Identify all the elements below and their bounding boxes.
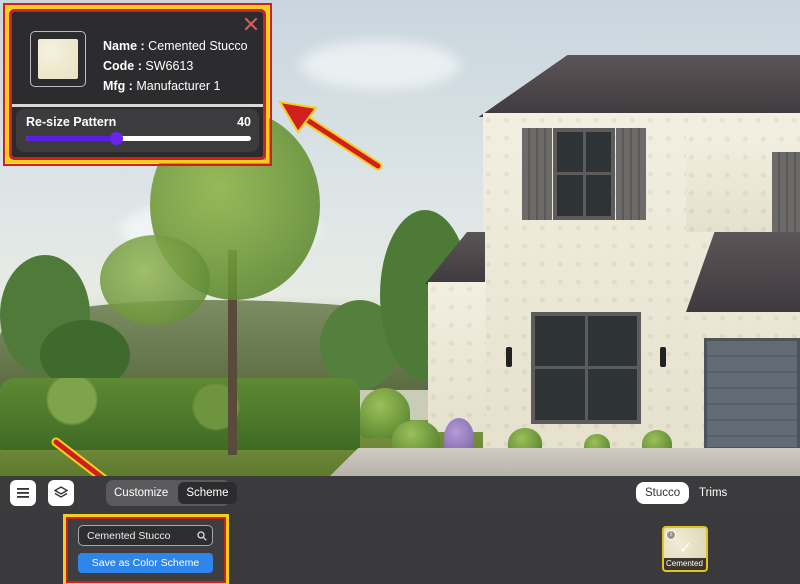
shutter bbox=[522, 128, 552, 220]
name-label: Name : bbox=[103, 39, 145, 53]
mfg-value: Manufacturer 1 bbox=[136, 79, 221, 93]
save-color-scheme-button[interactable]: Save as Color Scheme bbox=[78, 553, 213, 573]
window bbox=[531, 312, 641, 424]
divider bbox=[12, 104, 263, 107]
material-info-panel: Name : Cemented Stucco Code : SW6613 Mfg… bbox=[3, 3, 272, 166]
layers-icon bbox=[54, 486, 68, 498]
mfg-label: Mfg : bbox=[103, 79, 133, 93]
category-tab-stucco[interactable]: Stucco bbox=[636, 482, 690, 504]
material-mfg-row: Mfg : Manufacturer 1 bbox=[103, 76, 248, 96]
search-value: Cemented Stucco bbox=[87, 529, 171, 542]
wall-light bbox=[660, 347, 666, 367]
search-icon[interactable] bbox=[197, 531, 207, 541]
code-label: Code : bbox=[103, 59, 142, 73]
menu-button[interactable] bbox=[10, 480, 36, 506]
material-name-row: Name : Cemented Stucco bbox=[103, 36, 248, 56]
wall-light bbox=[506, 347, 512, 367]
front-walkway bbox=[330, 448, 800, 476]
slider-thumb[interactable] bbox=[110, 132, 123, 145]
tree-canopy bbox=[100, 235, 210, 325]
house-roof bbox=[478, 55, 800, 117]
slider-fill bbox=[26, 136, 116, 141]
material-search-input[interactable]: Cemented Stucco bbox=[78, 525, 213, 546]
hamburger-icon bbox=[17, 488, 29, 498]
view-mode-toggle: Customize Scheme bbox=[106, 480, 237, 506]
info-icon[interactable]: i bbox=[666, 530, 676, 540]
resize-pattern-label: Re-size Pattern bbox=[26, 115, 117, 129]
cloud bbox=[300, 40, 460, 90]
shutter bbox=[772, 152, 800, 232]
name-value: Cemented Stucco bbox=[148, 39, 248, 53]
search-and-save-group: Cemented Stucco Save as Color Scheme bbox=[63, 514, 229, 584]
category-tab-trims[interactable]: Trims bbox=[690, 482, 736, 504]
bottom-toolbar: Customize Scheme Stucco Trims bbox=[0, 476, 800, 510]
tab-scheme[interactable]: Scheme bbox=[178, 482, 237, 504]
checkmark-icon: ✓ bbox=[679, 540, 693, 557]
resize-pattern-value: 40 bbox=[237, 115, 251, 129]
material-swatch bbox=[30, 31, 86, 87]
material-meta: Name : Cemented Stucco Code : SW6613 Mfg… bbox=[103, 36, 248, 96]
garage-door bbox=[704, 338, 800, 450]
annotation-arrow-icon bbox=[278, 100, 383, 171]
resize-pattern-control: Re-size Pattern 40 bbox=[16, 109, 259, 152]
material-library-panel: Cemented Stucco Save as Color Scheme i ✓… bbox=[0, 510, 800, 584]
swatch-texture bbox=[38, 39, 78, 79]
resize-slider[interactable] bbox=[26, 132, 251, 145]
shutter bbox=[616, 128, 646, 220]
window bbox=[553, 128, 615, 220]
material-thumbnail-selected[interactable]: i ✓ Cemented ... bbox=[662, 526, 708, 572]
layers-button[interactable] bbox=[48, 480, 74, 506]
tab-customize[interactable]: Customize bbox=[106, 487, 176, 499]
thumbnail-label: Cemented ... bbox=[664, 558, 706, 570]
close-icon[interactable] bbox=[243, 16, 259, 32]
stucco-wall-side[interactable] bbox=[428, 282, 486, 432]
code-value: SW6613 bbox=[145, 59, 194, 73]
material-code-row: Code : SW6613 bbox=[103, 56, 248, 76]
